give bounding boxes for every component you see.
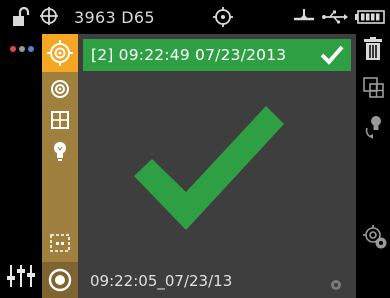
red-dot — [10, 46, 16, 52]
color-dots-icon[interactable] — [10, 46, 34, 52]
measure-button-icon[interactable] — [42, 262, 78, 298]
tripod-icon — [292, 8, 316, 28]
lock-open-icon — [12, 6, 32, 31]
measurement-header-text: [2] 09:22:49 07/23/2013 — [91, 46, 287, 64]
gray-dot — [19, 46, 25, 52]
bulb-icon[interactable] — [42, 137, 78, 167]
tool-bar — [42, 34, 78, 298]
dashed-box-icon[interactable] — [42, 228, 78, 258]
left-bar — [0, 34, 42, 298]
trash-icon[interactable] — [363, 37, 383, 65]
crosshair-icon — [39, 6, 59, 30]
device-label: 3963 D65 — [74, 8, 155, 27]
check-icon — [320, 45, 344, 69]
reference-timestamp: 09:22:05_07/23/13 — [90, 272, 233, 290]
battery-icon — [355, 9, 385, 28]
sliders-icon[interactable] — [6, 263, 36, 293]
right-bar — [356, 34, 390, 298]
measurement-header[interactable]: [2] 09:22:49 07/23/2013 — [83, 39, 351, 71]
concentric-circles-icon[interactable] — [42, 74, 78, 104]
blue-dot — [28, 46, 34, 52]
usb-icon — [322, 9, 348, 28]
success-check-icon — [134, 106, 284, 234]
target-settings-icon[interactable] — [363, 225, 389, 255]
target-mode-icon[interactable] — [42, 34, 78, 72]
grid-icon[interactable] — [42, 105, 78, 135]
options-dot-icon[interactable] — [330, 276, 342, 295]
target-icon — [212, 6, 234, 32]
compare-icon[interactable] — [363, 77, 385, 103]
lightbulb-cycle-icon[interactable] — [363, 114, 385, 144]
status-bar: 3963 D65 — [0, 0, 390, 34]
main-panel: [2] 09:22:49 07/23/2013 09:22:05_07/23/1… — [78, 34, 356, 298]
